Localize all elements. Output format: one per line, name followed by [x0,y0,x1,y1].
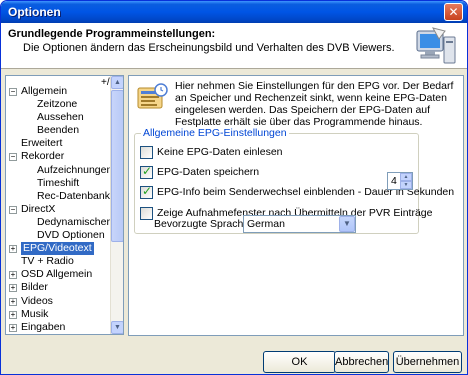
expand-icon[interactable]: + [9,297,17,306]
tree-item-label: Zeitzone [37,98,78,111]
tree-item[interactable]: Aufzeichnungen [6,163,113,177]
intro-text: Hier nehmen Sie Einstellungen für den EP… [175,80,454,128]
show-recording-window-checkbox[interactable] [140,207,153,220]
tree-item-label: Timeshift [37,176,80,189]
language-label: Bevorzugte Sprache: [154,218,253,230]
tree-item-label: Erweitert [21,137,63,150]
tree-item[interactable]: Aussehen [6,111,111,124]
duration-spinner[interactable]: 4 ▲ ▼ [387,172,413,190]
spin-down-button[interactable]: ▼ [400,181,412,189]
duration-value[interactable]: 4 [391,175,397,187]
header-panel: Grundlegende Programmeinstellungen: Die … [1,23,467,69]
scroll-up-button[interactable]: ▲ [111,76,123,89]
tree-item-label: Aussehen [37,111,84,124]
settings-panel: Hier nehmen Sie Einstellungen für den EP… [128,75,464,336]
options-tree: +/- − Allgemein Zeitzone Aussehen Beenden Erw… [5,75,124,335]
expand-icon[interactable]: + [9,245,17,254]
tree-item[interactable]: Beenden [6,124,111,137]
tree-item[interactable]: Rec-Datenbank [6,190,111,203]
language-value: German [247,218,285,230]
tree-item[interactable]: + Bilder [6,281,111,294]
collapse-icon[interactable]: − [9,153,17,162]
no-epg-checkbox[interactable] [140,146,153,159]
scroll-thumb[interactable] [111,90,123,242]
save-epg-checkbox[interactable] [140,165,153,179]
tree-item-label: DirectX [21,202,56,215]
tree-item[interactable]: Timeshift [6,177,111,190]
group-title: Allgemeine EPG-Einstellungen [141,127,289,139]
tree-item-label: TV + Radio [21,255,74,268]
tree-item[interactable]: + OSD Allgemein [6,268,111,281]
ok-button[interactable]: OK [263,351,336,373]
computer-icon [416,27,456,64]
tree-item-label: Videos [21,294,53,307]
tree-item-label: Aufzeichnungen [37,163,113,176]
tree-scrollbar[interactable]: ▲ ▼ [110,76,123,334]
header-title: Grundlegende Programmeinstellungen: [8,28,216,40]
expand-icon[interactable]: + [9,284,17,293]
show-epg-info-checkbox[interactable] [140,185,153,199]
expand-icon[interactable]: + [9,310,17,319]
spin-up-button[interactable]: ▲ [400,173,412,181]
close-button[interactable]: ✕ [444,3,463,21]
tree-item-label: Eingaben [21,320,66,333]
options-window: Optionen ✕ Grundlegende Programmeinstell… [0,0,468,375]
tree-item[interactable]: + Videos [6,295,111,308]
tree-item-label: DVD Optionen [37,229,105,242]
tree-item-label: OSD Allgemein [21,268,93,281]
save-epg-label: EPG-Daten speichern [157,166,260,178]
expand-icon[interactable]: + [9,323,17,332]
title-bar[interactable]: Optionen ✕ [1,1,467,23]
tree-item-label: EPG/Videotext [21,242,94,256]
apply-button[interactable]: Übernehmen [393,351,462,373]
window-title: Optionen [8,5,61,19]
expand-icon[interactable]: + [9,271,17,280]
tree-item[interactable]: Dedynamischer Filt [6,216,123,229]
tree-item-label: Nachrichten [21,334,77,335]
tree-item[interactable]: Erweitert [6,137,111,150]
header-subtitle: Die Optionen ändern das Erscheinungsbild… [23,42,395,54]
tree-item-label: Bilder [21,281,48,294]
tree-item-label: Allgemein [21,85,68,97]
no-epg-label: Keine EPG-Daten einlesen [157,146,283,158]
tree-item-label: Musik [21,307,49,320]
tree-item-label: Beenden [37,124,80,137]
tree-list: − Allgemein Zeitzone Aussehen Beenden Erweite… [6,85,123,335]
language-select[interactable]: German ▼ [243,215,356,233]
collapse-icon[interactable]: − [9,205,17,214]
tree-item[interactable]: − DirectX [6,203,111,216]
collapse-icon[interactable]: − [9,88,17,96]
tree-item[interactable]: + Eingaben [6,321,111,334]
tree-item[interactable]: + Musik [6,308,111,321]
tree-item[interactable]: DVD Optionen [6,229,111,242]
tree-item[interactable]: TV + Radio [6,255,111,268]
tree-item[interactable]: Zeitzone [6,98,111,111]
chevron-down-icon[interactable]: ▼ [339,216,355,232]
tree-item[interactable]: − Rekorder [6,150,111,163]
tree-item[interactable]: − Allgemein [6,85,111,98]
tree-item-label: Rekorder [21,150,65,163]
scroll-down-button[interactable]: ▼ [111,321,123,334]
epg-guide-icon [137,83,168,109]
tree-item[interactable]: + EPG/Videotext [6,242,111,256]
tree-item[interactable]: Nachrichten [6,334,111,335]
cancel-button[interactable]: Abbrechen [334,351,389,373]
tree-item-label: Rec-Datenbank [37,189,110,202]
